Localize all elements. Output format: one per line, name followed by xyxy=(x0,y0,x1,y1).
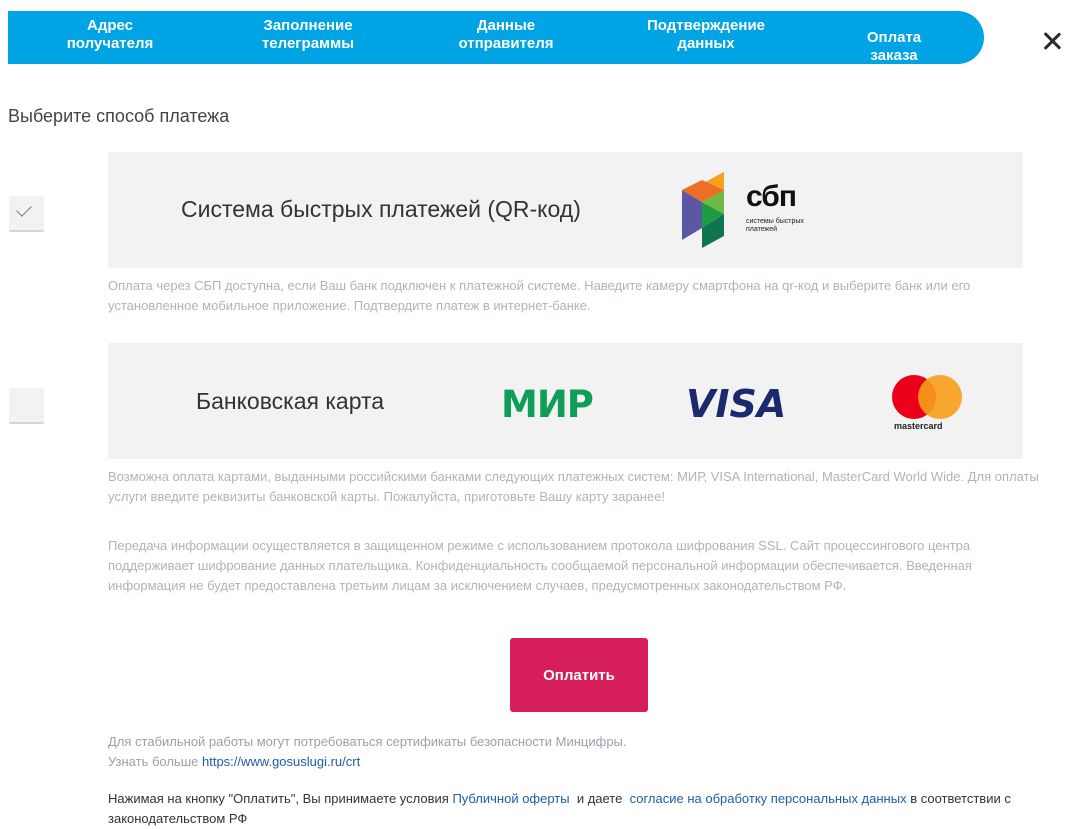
mastercard-orange-circle xyxy=(918,375,962,419)
sbp-logo-subtext-line2: платежей xyxy=(746,226,778,233)
terms-prefix: Нажимая на кнопку "Оплатить", Вы принима… xyxy=(108,791,453,806)
visa-logo: VISA xyxy=(686,382,787,426)
page-title: Выберите способ платежа xyxy=(8,106,230,126)
certs-line2-prefix: Узнать больше xyxy=(108,754,202,769)
card-method-option[interactable]: Банковская карта МИР VISA mastercard xyxy=(108,343,1023,459)
certs-line1: Для стабильной работы могут потребоватьс… xyxy=(108,734,627,749)
checkout-stepper: Адрес получателя Заполнение телеграммы Д… xyxy=(8,11,984,64)
sbp-method-option[interactable]: Система быстрых платежей (QR-код) сбп си… xyxy=(108,152,1023,268)
card-note: Возможна оплата картами, выданными росси… xyxy=(108,469,1039,504)
step-order-payment[interactable]: Оплата заказа xyxy=(849,29,939,65)
step-sender-data[interactable]: Данные отправителя xyxy=(458,17,553,53)
pay-button[interactable]: Оплатить xyxy=(510,638,648,712)
terms-middle: и даете xyxy=(569,791,630,806)
step-recipient-address[interactable]: Адрес получателя xyxy=(67,17,154,53)
sbp-logo-text: сбп xyxy=(746,180,797,213)
step-telegram-content[interactable]: Заполнение телеграммы xyxy=(262,17,354,53)
security-note: Передача информации осуществляется в защ… xyxy=(108,538,972,593)
mastercard-logo-text: mastercard xyxy=(894,421,943,431)
certs-note: Для стабильной работы могут потребоватьс… xyxy=(108,732,627,772)
mastercard-logo: mastercard xyxy=(892,375,964,435)
card-checkbox[interactable] xyxy=(9,388,44,424)
certs-link[interactable]: https://www.gosuslugi.ru/crt xyxy=(202,754,360,769)
sbp-checkbox[interactable] xyxy=(9,196,44,232)
sbp-method-label: Система быстрых платежей (QR-код) xyxy=(181,196,581,222)
checkmark-icon xyxy=(16,201,32,217)
sbp-logo-subtext-line1: системы быстрых xyxy=(746,218,804,225)
sbp-logo: сбп системы быстрых платежей xyxy=(678,172,838,252)
certs-line2: Узнать больше https://www.gosuslugi.ru/c… xyxy=(108,752,627,772)
step-confirm-data[interactable]: Подтверждение данных xyxy=(647,17,765,53)
sbp-note: Оплата через СБП доступна, если Ваш банк… xyxy=(108,278,971,313)
sbp-logo-mark xyxy=(682,172,724,248)
close-icon[interactable] xyxy=(1041,30,1063,52)
sbp-logo-subtext: системы быстрых платежей xyxy=(746,218,804,234)
public-offer-link[interactable]: Публичной оферты xyxy=(452,791,569,806)
card-method-label: Банковская карта xyxy=(196,388,385,414)
terms-note: Нажимая на кнопку "Оплатить", Вы принима… xyxy=(108,789,1053,829)
personal-data-consent-link[interactable]: согласие на обработку персональных данны… xyxy=(630,791,907,806)
mir-logo: МИР xyxy=(501,383,594,426)
